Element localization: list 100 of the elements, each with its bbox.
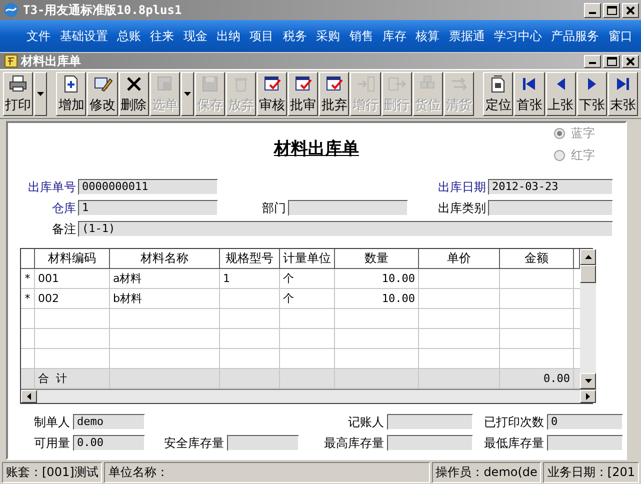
- column-header[interactable]: 规格型号: [220, 249, 280, 269]
- table-cell: [220, 329, 280, 349]
- input-field[interactable]: 0.00: [73, 435, 145, 451]
- toolbar-button[interactable]: 修改: [87, 72, 118, 116]
- menu-item[interactable]: 学习中心: [489, 28, 547, 44]
- field-label: 出库单号: [28, 179, 76, 196]
- input-field[interactable]: 0000000011: [78, 179, 218, 195]
- column-header[interactable]: 金额: [500, 249, 574, 269]
- maximize-button[interactable]: [603, 54, 620, 68]
- input-field[interactable]: 0: [547, 414, 623, 430]
- input-field[interactable]: 2012-03-23: [488, 179, 613, 195]
- status-text: 业务日期：[201: [543, 462, 639, 483]
- menu-item[interactable]: 往来: [146, 28, 179, 44]
- table-cell: a材料: [110, 269, 220, 289]
- toolbar-button[interactable]: 末张: [608, 72, 638, 116]
- table-cell: 个: [280, 269, 335, 289]
- toolbar-button[interactable]: 增加: [56, 72, 86, 116]
- field-label: 记账人: [348, 414, 384, 431]
- maximize-button[interactable]: [603, 2, 620, 18]
- table-cell: 1: [220, 269, 280, 289]
- window-title: 材料出库单: [21, 52, 81, 70]
- toolbar-button[interactable]: 批弃: [319, 72, 350, 116]
- column-header: [574, 249, 580, 269]
- scroll-thumb[interactable]: [580, 265, 596, 283]
- form-title: 材料出库单: [274, 138, 359, 159]
- close-button[interactable]: [622, 2, 639, 18]
- window-title: T3-用友通标准版10.8plus1: [23, 2, 182, 18]
- input-field[interactable]: [387, 414, 473, 430]
- table-cell: 001: [35, 269, 110, 289]
- field-label: 已打印次数: [484, 414, 544, 431]
- vertical-scrollbar[interactable]: [580, 249, 596, 389]
- column-header[interactable]: 单价: [419, 249, 500, 269]
- field-label: 最低库存量: [484, 435, 544, 452]
- globe-icon: [3, 2, 19, 18]
- table-cell: 10.00: [335, 289, 419, 309]
- menu-item[interactable]: 项目: [245, 28, 278, 44]
- input-field[interactable]: [488, 200, 613, 216]
- table-cell: 个: [280, 289, 335, 309]
- caret-icon: [37, 92, 44, 96]
- table-cell: 10.00: [335, 269, 419, 289]
- row-header: [21, 369, 35, 389]
- field-label: 制单人: [34, 414, 70, 431]
- input-field[interactable]: [288, 200, 408, 216]
- menu-item[interactable]: 基础设置: [55, 28, 112, 44]
- horizontal-scrollbar[interactable]: [21, 389, 596, 403]
- input-field[interactable]: demo: [73, 414, 145, 430]
- maximize-icon: [606, 56, 616, 66]
- dropdown-button[interactable]: [180, 72, 194, 116]
- minimize-button[interactable]: [584, 54, 601, 68]
- menu-item[interactable]: 总账: [112, 28, 146, 44]
- status-text: 操作员：demo(de: [432, 462, 542, 483]
- table-cell: 002: [35, 289, 110, 309]
- field-label: 仓库: [52, 200, 76, 217]
- minimize-icon: [589, 12, 596, 14]
- table-cell: [220, 309, 280, 329]
- toolbar-button[interactable]: 上张: [546, 72, 576, 116]
- menu-item[interactable]: 出纳: [212, 28, 246, 44]
- input-field[interactable]: 1: [78, 200, 218, 216]
- menu-item[interactable]: 采购: [312, 28, 345, 44]
- maximize-icon: [606, 6, 616, 14]
- table-cell: [220, 369, 280, 389]
- field-label: 出库类别: [438, 200, 486, 217]
- dropdown-button[interactable]: [34, 72, 48, 116]
- field-label: 出库日期: [438, 179, 486, 196]
- menu-item[interactable]: 核算: [411, 28, 444, 44]
- toolbar-button[interactable]: 定位: [483, 72, 514, 116]
- input-field[interactable]: [387, 435, 473, 451]
- minimize-button[interactable]: [584, 2, 601, 18]
- row-header: [21, 329, 35, 349]
- input-field[interactable]: [547, 435, 623, 451]
- column-header[interactable]: 材料编码: [35, 249, 110, 269]
- column-header[interactable]: 材料名称: [110, 249, 220, 269]
- field-label: 安全库存量: [164, 435, 224, 452]
- menu-item[interactable]: 销售: [344, 28, 378, 44]
- minimize-icon: [589, 62, 596, 64]
- column-header[interactable]: 计量单位: [280, 249, 335, 269]
- menu-item[interactable]: 窗口: [604, 28, 637, 44]
- toolbar-button[interactable]: 审核: [257, 72, 288, 116]
- toolbar-button[interactable]: 首张: [514, 72, 545, 116]
- table-cell: b材料: [110, 289, 220, 309]
- menu-item[interactable]: 文件: [22, 28, 56, 44]
- status-text: 账套：[001]测试: [2, 462, 102, 483]
- toolbar-button[interactable]: 删除: [118, 72, 149, 116]
- input-field[interactable]: (1-1): [78, 221, 613, 237]
- table-cell: [220, 289, 280, 309]
- row-arrow-icon: [356, 74, 376, 94]
- down-arrow-icon: [584, 379, 592, 383]
- close-button[interactable]: [622, 54, 639, 68]
- menu-item[interactable]: 税务: [278, 28, 312, 44]
- menu-item[interactable]: 产品服务: [546, 28, 604, 44]
- field-label: 最高库存量: [324, 435, 384, 452]
- caret-icon: [184, 92, 191, 96]
- menu-item[interactable]: 库存: [378, 28, 412, 44]
- input-field[interactable]: [227, 435, 299, 451]
- toolbar-button[interactable]: 打印: [3, 72, 34, 116]
- menu-item[interactable]: 现金: [178, 28, 212, 44]
- toolbar-button[interactable]: 批审: [288, 72, 318, 116]
- column-header[interactable]: 数量: [335, 249, 419, 269]
- menu-item[interactable]: 票据通: [444, 28, 490, 44]
- toolbar-button[interactable]: 下张: [576, 72, 607, 116]
